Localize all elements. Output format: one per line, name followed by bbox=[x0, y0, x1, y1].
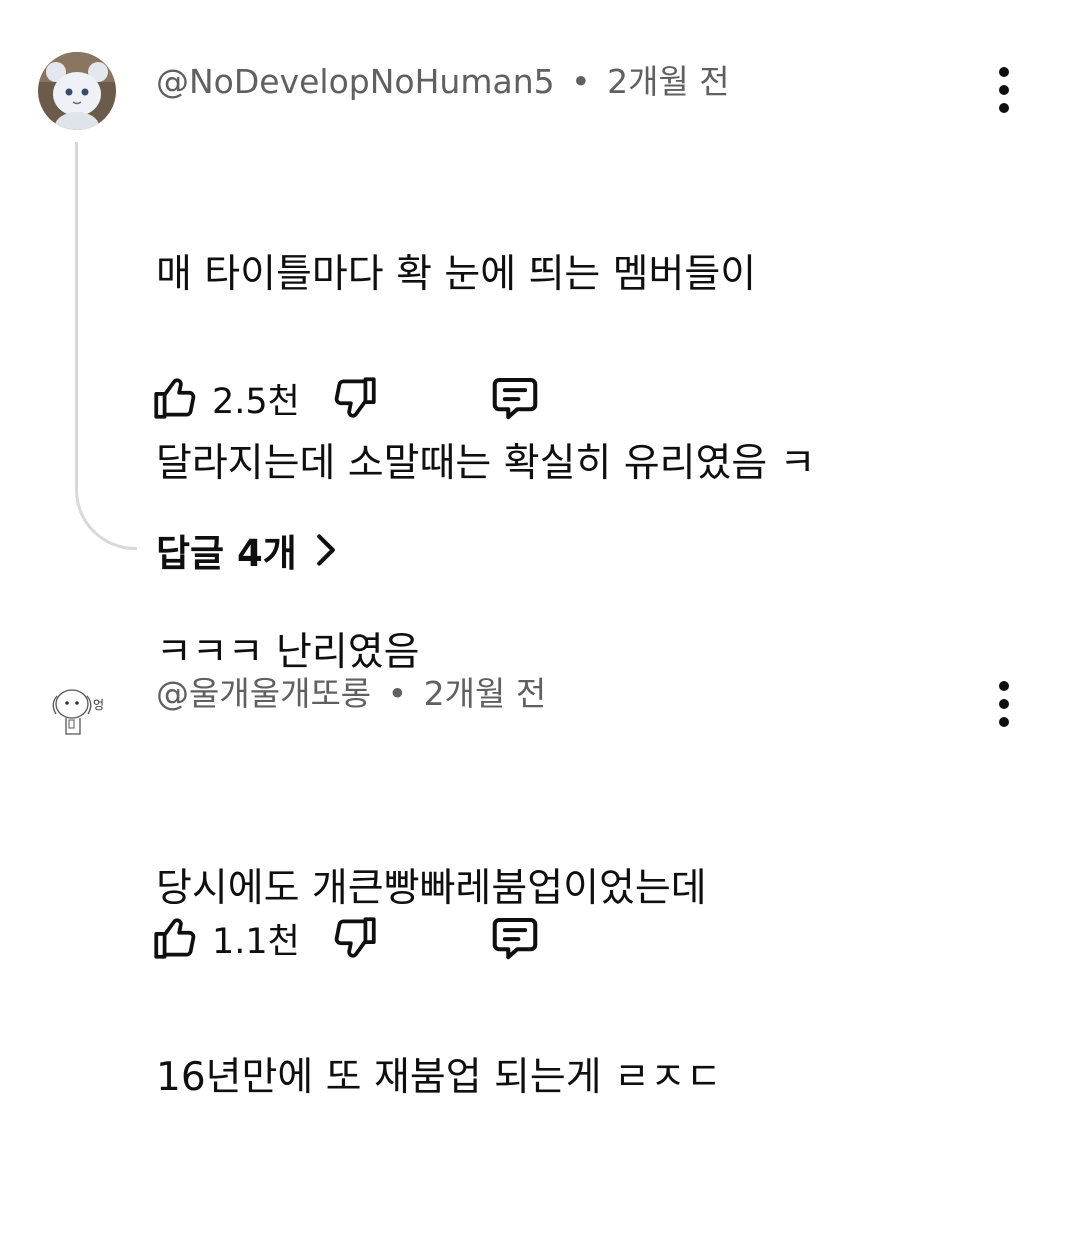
thumb-up-icon bbox=[154, 378, 196, 419]
meta-separator: • bbox=[387, 674, 408, 713]
vertical-dots-icon bbox=[999, 67, 1009, 77]
thumb-up-icon bbox=[154, 918, 196, 959]
comment-icon bbox=[492, 917, 538, 960]
author-name[interactable]: @NoDevelopNoHuman5 bbox=[156, 62, 555, 101]
comment-time: 2개월 전 bbox=[423, 674, 547, 713]
like-button[interactable]: 1.1천 bbox=[150, 913, 316, 964]
comment-item: @NoDevelopNoHuman5 • 2개월 전 매 타이틀마다 확 눈에 … bbox=[0, 0, 1080, 675]
dislike-button[interactable] bbox=[330, 913, 380, 963]
comment-meta: @울개울개또롱 • 2개월 전 bbox=[156, 672, 546, 716]
thumb-down-icon bbox=[334, 377, 376, 418]
reply-button[interactable] bbox=[488, 911, 542, 965]
author-avatar[interactable] bbox=[38, 52, 116, 130]
comment-line: 16년만에 또 재붐업 되는게 ㄹㅈㄷ bbox=[156, 1055, 722, 1100]
comment-line: 달라지는데 소말때는 확실히 유리였음 ㅋ bbox=[156, 441, 816, 486]
vertical-dots-icon bbox=[999, 681, 1009, 691]
sketch-dog-avatar-icon bbox=[38, 670, 116, 748]
comment-time: 2개월 전 bbox=[607, 62, 730, 101]
comment-text: 당시에도 개큰빵빠레붐업이었는데 16년만에 또 재붐업 되는게 ㄹㅈㄷ bbox=[156, 731, 986, 1235]
author-avatar[interactable]: 엉 bbox=[38, 670, 116, 748]
comment-item: 엉 @울개울개또롱 • 2개월 전 당시에도 개큰빵빠레붐업이었는데 16년만에… bbox=[0, 640, 1080, 1100]
comment-actions: 1.1천 bbox=[150, 908, 542, 968]
vertical-dot bbox=[999, 699, 1009, 709]
comment-meta: @NoDevelopNoHuman5 • 2개월 전 bbox=[156, 60, 730, 104]
more-options-button[interactable] bbox=[982, 676, 1026, 732]
comment-icon bbox=[492, 377, 538, 420]
comment-actions: 2.5천 bbox=[150, 368, 542, 428]
chevron-right-icon bbox=[316, 534, 335, 566]
more-options-button[interactable] bbox=[982, 62, 1026, 118]
vertical-dot bbox=[999, 103, 1009, 113]
reply-thread-line bbox=[75, 142, 137, 550]
like-button[interactable]: 2.5천 bbox=[150, 373, 316, 424]
like-count: 2.5천 bbox=[212, 381, 300, 422]
comment-line: 매 타이틀마다 확 눈에 띄는 멤버들이 bbox=[156, 252, 757, 297]
author-name[interactable]: @울개울개또롱 bbox=[156, 674, 371, 713]
vertical-dot bbox=[999, 85, 1009, 95]
like-count: 1.1천 bbox=[212, 921, 300, 962]
replies-label: 답글 4개 bbox=[156, 532, 297, 575]
plush-toy-avatar-icon bbox=[38, 52, 116, 130]
avatar-sticker-text: 엉 bbox=[93, 698, 105, 712]
vertical-dot bbox=[999, 717, 1009, 727]
thumb-down-icon bbox=[334, 917, 376, 958]
reply-button[interactable] bbox=[488, 371, 542, 425]
view-replies-button[interactable]: 답글 4개 bbox=[156, 524, 337, 576]
dislike-button[interactable] bbox=[330, 373, 380, 423]
meta-separator: • bbox=[571, 62, 591, 101]
